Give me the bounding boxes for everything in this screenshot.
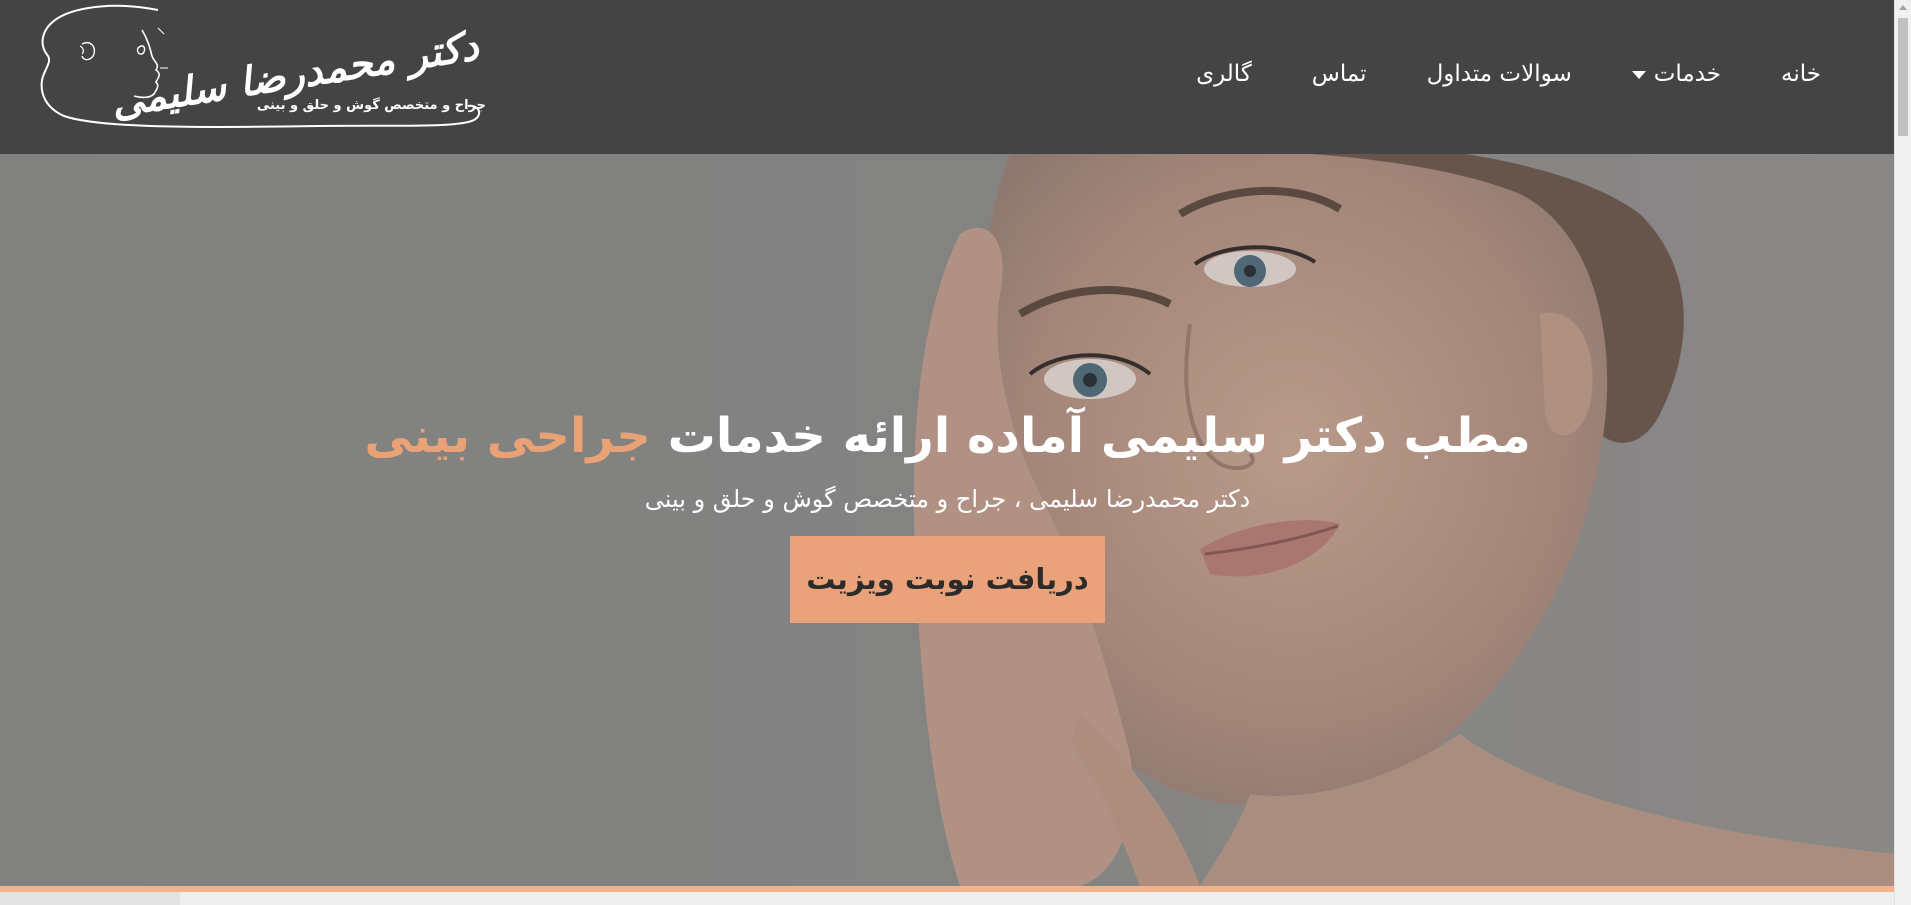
hero-section: مطب دکتر سلیمی آماده ارائه خدمات جراحی ب… (0, 154, 1895, 886)
next-section-edge (0, 892, 1895, 905)
hero-subtitle: دکتر محمدرضا سلیمی ، جراح و متخصص گوش و … (644, 485, 1251, 513)
book-appointment-button[interactable]: دریافت نوبت ویزیت (790, 536, 1105, 623)
nav-home-label: خانه (1781, 61, 1821, 87)
caret-down-icon (1631, 71, 1646, 79)
logo-tagline: جراح و متخصص گوش و حلق و بینی (256, 98, 486, 113)
site-header: خانه خدمات سوالات متداول تماس گالری دکتر… (0, 0, 1895, 154)
nav-services[interactable]: خدمات (1602, 54, 1751, 94)
nav-gallery[interactable]: گالری (1166, 54, 1282, 94)
nav-faq[interactable]: سوالات متداول (1397, 54, 1602, 94)
hero-content: مطب دکتر سلیمی آماده ارائه خدمات جراحی ب… (0, 404, 1895, 623)
site-logo[interactable]: دکتر محمدرضا سلیمی جراح و متخصص گوش و حل… (38, 4, 490, 130)
nav-home[interactable]: خانه (1751, 54, 1851, 94)
main-nav: خانه خدمات سوالات متداول تماس گالری (1166, 54, 1851, 94)
nav-faq-label: سوالات متداول (1426, 61, 1572, 87)
page: خانه خدمات سوالات متداول تماس گالری دکتر… (0, 0, 1911, 905)
nav-services-label: خدمات (1653, 61, 1722, 87)
nav-contact-label: تماس (1311, 61, 1367, 87)
scrollbar-thumb[interactable] (1898, 18, 1908, 136)
hero-title-accent: جراحی بینی (364, 408, 651, 464)
nav-contact[interactable]: تماس (1282, 54, 1397, 94)
page-scrollbar[interactable] (1894, 0, 1911, 905)
hero-title-main: مطب دکتر سلیمی آماده ارائه خدمات (667, 408, 1531, 464)
hero-title: مطب دکتر سلیمی آماده ارائه خدمات جراحی ب… (0, 404, 1895, 468)
nav-gallery-label: گالری (1196, 61, 1252, 87)
scroll-up-arrow-icon[interactable] (1899, 5, 1907, 10)
